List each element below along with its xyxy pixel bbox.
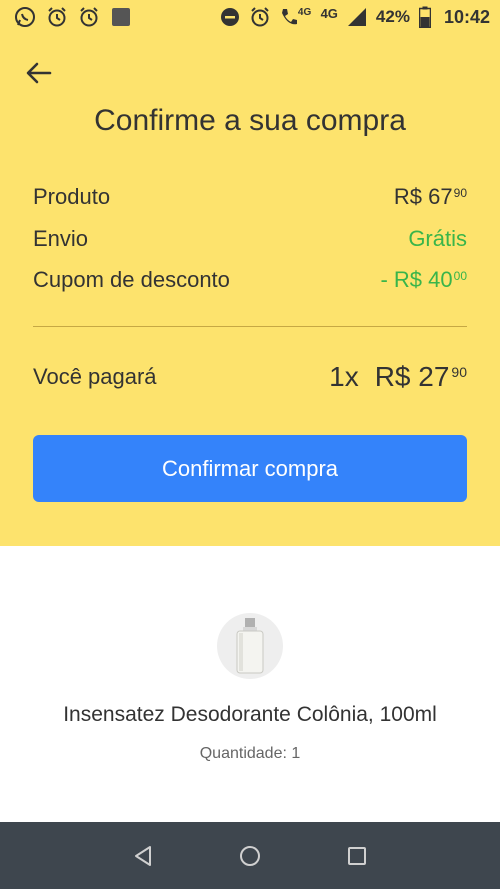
status-left [14,6,132,28]
network-type-small: 4G [297,6,312,18]
total-price-cents: 90 [451,364,467,380]
purchase-summary: Confirme a sua compra Produto R$ 67 90 En… [0,34,500,546]
coupon-discount-main: - R$ 40 [380,267,453,292]
total-row: Você pagará 1x R$ 27 90 [33,360,467,394]
nav-recents-button[interactable] [337,836,377,876]
status-bar: 4G 4G 42% 10:42 [0,0,500,34]
network-type: 4G [320,5,338,21]
coupon-discount-cents: 00 [453,269,467,283]
alarm-icon [78,6,100,28]
total-price-main: R$ 27 [374,361,450,392]
product-name: Insensatez Desodorante Colônia, 100ml [63,703,437,726]
product-image [217,613,283,679]
total-price: 1x R$ 27 90 [329,361,467,393]
do-not-disturb-icon [219,6,241,28]
coupon-discount: - R$ 40 00 [380,267,467,293]
shipping-row: Envio Grátis [33,224,467,254]
nav-home-button[interactable] [230,836,270,876]
alarm-icon [249,6,271,28]
call-icon: 4G [279,6,313,28]
alarm-icon [46,6,68,28]
system-nav-bar [0,822,500,889]
product-row: Produto R$ 67 90 [33,182,467,212]
total-label: Você pagará [33,364,157,389]
product-price: R$ 67 90 [394,184,467,210]
shipping-value: Grátis [408,226,467,251]
confirm-purchase-button[interactable]: Confirmar compra [33,435,467,502]
status-right: 4G 4G 42% 10:42 [219,6,490,28]
arrow-left-icon [26,62,52,84]
whatsapp-icon [14,6,36,28]
back-button[interactable] [22,58,56,88]
battery-percent: 42% [375,7,410,26]
total-quantity: 1x [329,361,359,392]
product-price-main: R$ 67 [393,184,453,209]
battery-icon [418,6,432,28]
coupon-label: Cupom de desconto [33,267,230,292]
product-label: Produto [33,184,111,209]
nav-back-button[interactable] [123,836,163,876]
signal-icon [346,6,368,28]
clock: 10:42 [443,6,490,27]
circle-home-icon [239,845,260,866]
divider [33,326,467,327]
app-icon [110,6,132,28]
product-quantity: Quantidade: 1 [199,745,301,762]
triangle-back-icon [135,845,152,866]
page-title: Confirme a sua compra [94,104,406,137]
coupon-row: Cupom de desconto - R$ 40 00 [33,265,467,295]
perfume-bottle-icon [236,618,264,674]
product-price-cents: 90 [453,186,467,200]
square-recents-icon [347,846,366,865]
shipping-label: Envio [33,226,89,251]
